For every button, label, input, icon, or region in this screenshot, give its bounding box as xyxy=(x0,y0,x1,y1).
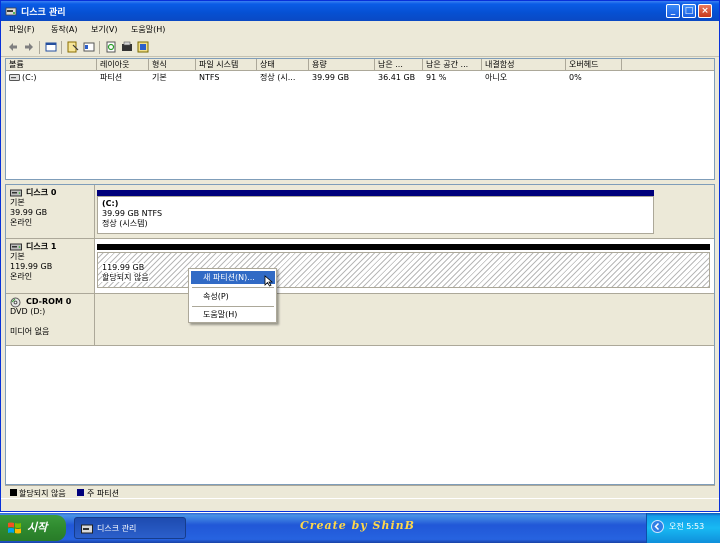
disk-1-label[interactable]: 디스크 1 기본 119.99 GB 온라인 xyxy=(6,239,95,294)
cell-capacity: 39.99 GB xyxy=(312,73,350,82)
column-header[interactable]: 남은 ... xyxy=(375,59,423,71)
taskbar-item-disk-management[interactable]: 디스크 관리 xyxy=(74,517,186,539)
unallocated-bar xyxy=(97,244,710,250)
toolbar-separator xyxy=(61,41,62,54)
unallocated-size: 119.99 GB xyxy=(102,263,145,272)
partition-label: (C:) xyxy=(102,199,119,208)
windows-logo-icon xyxy=(8,522,21,534)
help-icon[interactable] xyxy=(137,41,149,53)
title-bar[interactable]: 디스크 관리 _ □ × xyxy=(1,1,719,21)
disk-management-icon xyxy=(81,524,93,534)
cell-file-system: NTFS xyxy=(199,73,220,82)
hard-disk-icon xyxy=(10,243,22,251)
brand-text: Create by ShinB xyxy=(300,519,415,532)
toolbar-separator xyxy=(99,41,100,54)
disk-1-row: 디스크 1 기본 119.99 GB 온라인 119.99 GB 할당되지 않음 xyxy=(6,239,714,294)
cell-free-space: 36.41 GB xyxy=(378,73,416,82)
menu-action[interactable]: 동작(A) xyxy=(51,24,77,35)
column-header[interactable]: 볼륨 xyxy=(6,59,97,71)
disk-size: 119.99 GB xyxy=(10,262,53,271)
column-header-empty xyxy=(622,59,714,71)
cell-status: 정상 (시... xyxy=(260,73,296,82)
mouse-cursor-icon xyxy=(264,275,273,287)
cell-layout: 파티션 xyxy=(100,73,123,82)
column-header[interactable]: 상태 xyxy=(257,59,309,71)
menu-item-help[interactable]: 도움말(H) xyxy=(191,308,275,321)
hard-disk-icon xyxy=(10,189,22,197)
window-title: 디스크 관리 xyxy=(21,8,66,18)
menu-view[interactable]: 보기(V) xyxy=(91,24,117,35)
cdrom-status: 미디어 없음 xyxy=(10,327,50,336)
cell-overhead: 0% xyxy=(569,73,582,82)
disk-name: 디스크 0 xyxy=(26,188,57,197)
column-header[interactable]: 남은 공간 ... xyxy=(423,59,482,71)
menu-separator xyxy=(192,306,274,307)
volume-list[interactable]: 볼륨 레이아웃 형식 파일 시스템 상태 용량 남은 ... 남은 공간 ...… xyxy=(5,58,715,180)
menu-item-label: 새 파티션(N)... xyxy=(203,273,255,282)
taskbar: 시작 디스크 관리 Create by ShinB 오전 5:53 xyxy=(0,513,720,543)
cell-type: 기본 xyxy=(152,73,167,82)
legend-bar: 할당되지 않음 주 파티션 xyxy=(5,485,715,498)
list-icon[interactable] xyxy=(83,41,95,53)
column-header[interactable]: 레이아웃 xyxy=(97,59,149,71)
menu-bar: 파일(F) 동작(A) 보기(V) 도움말(H) xyxy=(1,21,719,38)
clock[interactable]: 오전 5:53 xyxy=(669,521,704,532)
legend-primary-swatch xyxy=(77,489,84,496)
status-bar xyxy=(1,498,719,511)
menu-help[interactable]: 도움말(H) xyxy=(131,24,165,35)
disk-status: 온라인 xyxy=(10,272,33,281)
cdrom-0-row: CD-ROM 0 DVD (D:) 미디어 없음 xyxy=(6,294,714,346)
column-header[interactable]: 용량 xyxy=(309,59,375,71)
disk-type: 기본 xyxy=(10,252,25,261)
start-button[interactable]: 시작 xyxy=(0,515,66,541)
forward-icon[interactable] xyxy=(23,41,35,53)
start-label: 시작 xyxy=(27,521,48,534)
disk-name: 디스크 1 xyxy=(26,242,57,251)
taskbar-item-label: 디스크 관리 xyxy=(97,524,137,533)
column-header[interactable]: 오버헤드 xyxy=(566,59,622,71)
disk-0-row: 디스크 0 기본 39.99 GB 온라인 (C:) 39.99 GB NTFS… xyxy=(6,185,714,239)
disk-management-icon xyxy=(5,7,17,16)
partition-c-box[interactable]: (C:) 39.99 GB NTFS 정상 (시스템) xyxy=(97,196,654,234)
partition-size-fs: 39.99 GB NTFS xyxy=(102,209,163,218)
column-header[interactable]: 형식 xyxy=(149,59,196,71)
disk-graphical-view: 디스크 0 기본 39.99 GB 온라인 (C:) 39.99 GB NTFS… xyxy=(5,184,715,485)
tray-expand-icon[interactable] xyxy=(651,520,664,533)
toolbar-separator xyxy=(39,41,40,54)
column-header[interactable]: 파일 시스템 xyxy=(196,59,257,71)
console-icon[interactable] xyxy=(45,41,57,53)
disk-size: 39.99 GB xyxy=(10,208,48,217)
system-tray: 오전 5:53 xyxy=(646,513,720,543)
menu-item-new-partition[interactable]: 새 파티션(N)... xyxy=(191,271,275,284)
disk-0-label[interactable]: 디스크 0 기본 39.99 GB 온라인 xyxy=(6,185,95,239)
unallocated-status: 할당되지 않음 xyxy=(102,273,149,282)
cell-fault-tolerance: 아니오 xyxy=(485,73,508,82)
back-icon[interactable] xyxy=(7,41,19,53)
disk-type: 기본 xyxy=(10,198,25,207)
disk-management-window: 디스크 관리 _ □ × 파일(F) 동작(A) 보기(V) 도움말(H) 볼륨… xyxy=(0,0,720,512)
rescan-icon[interactable] xyxy=(121,41,133,53)
menu-item-properties[interactable]: 속성(P) xyxy=(191,290,275,303)
disk-0-partitions: (C:) 39.99 GB NTFS 정상 (시스템) xyxy=(95,185,714,239)
refresh-icon[interactable] xyxy=(105,41,117,53)
context-menu: 새 파티션(N)... 속성(P) 도움말(H) xyxy=(188,268,277,323)
legend-unallocated-swatch xyxy=(10,489,17,496)
column-header[interactable]: 내결함성 xyxy=(482,59,566,71)
close-button[interactable]: × xyxy=(698,4,712,18)
cdrom-name: CD-ROM 0 xyxy=(26,297,72,306)
maximize-button[interactable]: □ xyxy=(682,4,696,18)
disk-status: 온라인 xyxy=(10,218,33,227)
menu-separator xyxy=(192,287,274,288)
cdrom-type: DVD (D:) xyxy=(10,307,46,316)
cdrom-0-label[interactable]: CD-ROM 0 DVD (D:) 미디어 없음 xyxy=(6,294,95,346)
cell-volume: (C:) xyxy=(22,73,37,82)
cell-percent-free: 91 % xyxy=(426,73,447,82)
partition-status: 정상 (시스템) xyxy=(102,219,148,228)
toolbar xyxy=(1,38,719,57)
menu-file[interactable]: 파일(F) xyxy=(9,24,35,35)
cd-rom-icon xyxy=(10,297,21,308)
properties-icon[interactable] xyxy=(67,41,79,53)
minimize-button[interactable]: _ xyxy=(666,4,680,18)
